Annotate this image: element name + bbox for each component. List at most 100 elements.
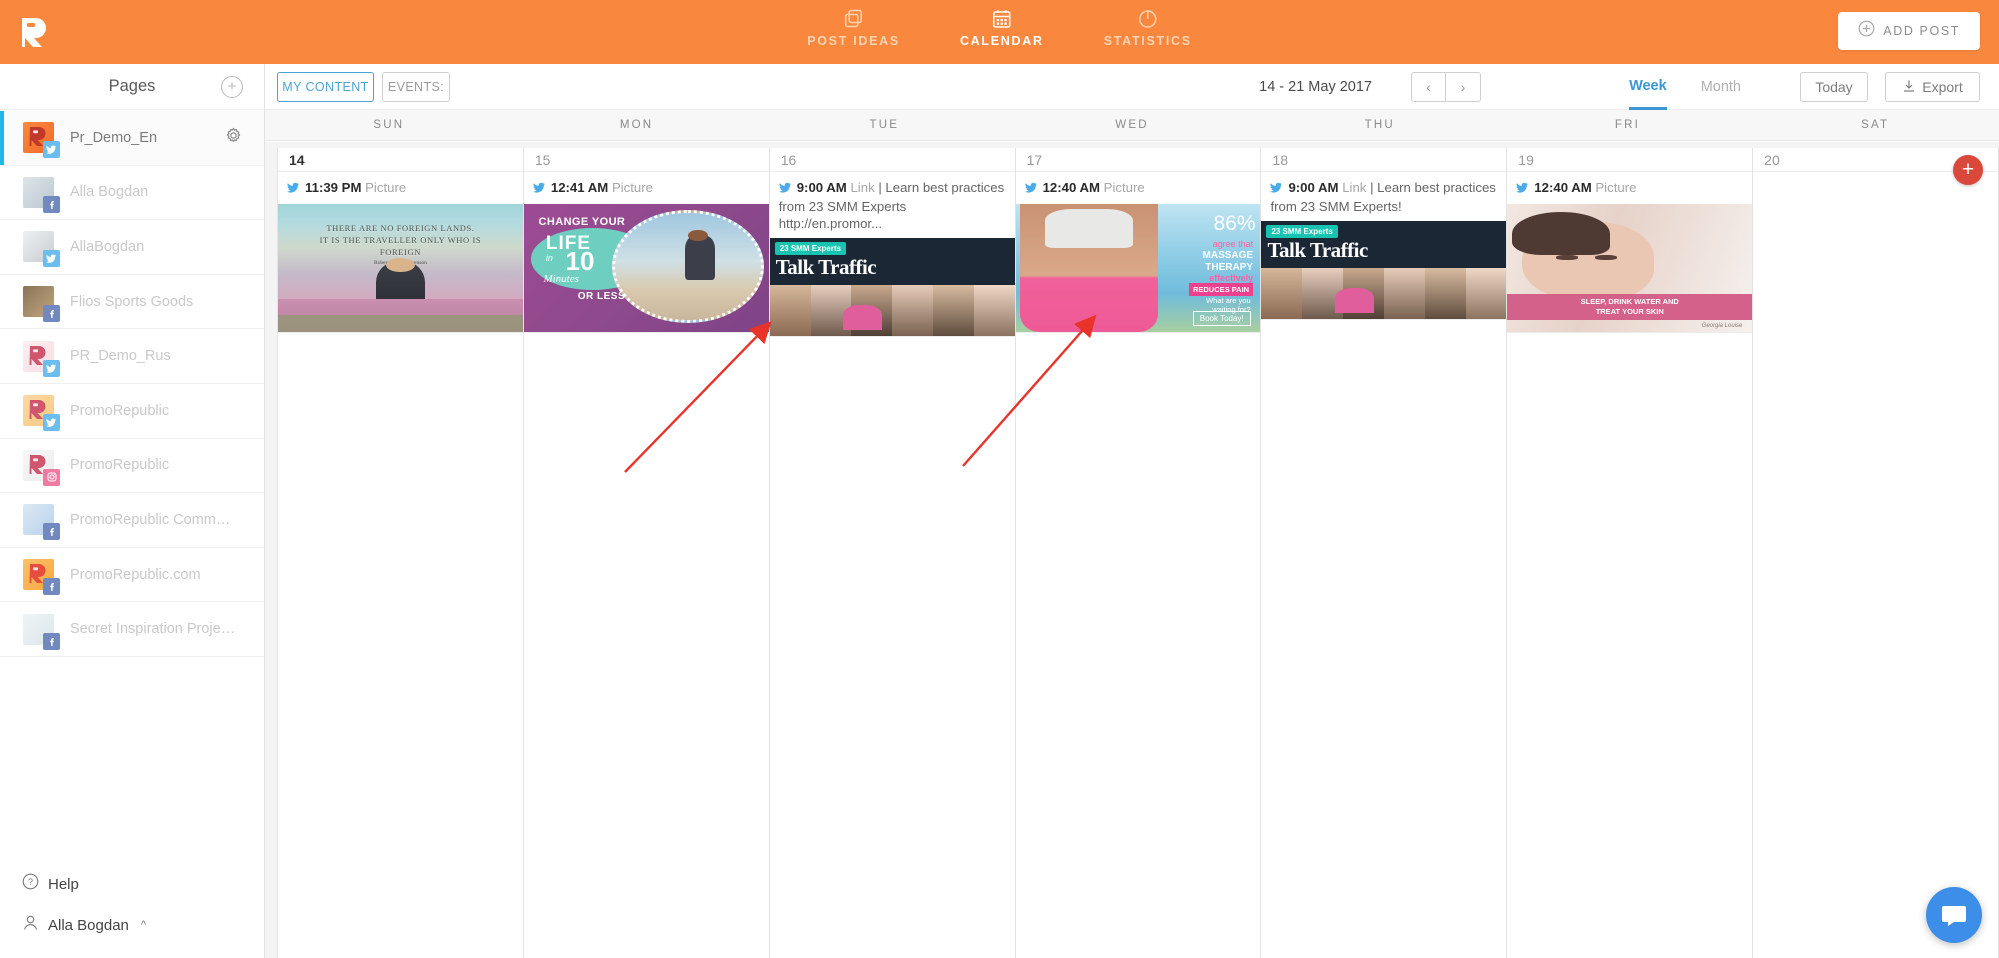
avatar (23, 449, 60, 486)
day-header-sat: SAT (1861, 119, 1890, 131)
calendar-day-column[interactable]: 14 11:39 PM Picture THERE ARE NO FOREIGN L… (277, 148, 524, 958)
nav-statistics-label: STATISTICS (1103, 34, 1192, 48)
avatar (23, 613, 60, 650)
avatar (23, 122, 60, 159)
date-range-label: 14 - 21 May 2017 (1259, 79, 1372, 95)
twitter-badge-icon (43, 250, 60, 268)
post-thumbnail[interactable]: CHANGE YOUR LIFE in 10 Minutes OR LESS (523, 204, 769, 332)
view-tabs: Week Month (1629, 64, 1741, 110)
sidebar-item-label: PromoRepublic Commun... (70, 511, 238, 528)
day-header-mon: MON (619, 119, 654, 131)
calendar-day-column[interactable]: 15 12:41 AM Picture CHANGE YOUR LIFE in 10 Min… (523, 148, 770, 958)
sidebar-item-pr-demo-en[interactable]: Pr_Demo_En (0, 111, 264, 166)
calendar-post[interactable]: 9:00 AM Link | Learn best practices from… (769, 172, 1015, 337)
nav-calendar[interactable]: CALENDAR (956, 6, 1048, 50)
post-type: Picture (611, 180, 653, 195)
sidebar-item-promorepublic-com[interactable]: PromoRepublic.com (0, 548, 264, 603)
gear-icon[interactable] (225, 127, 242, 149)
avatar (23, 395, 60, 432)
calendar-day-column[interactable]: 18 9:00 AM Link | Learn best practices fr… (1261, 148, 1508, 958)
tab-events[interactable]: EVENTS: (382, 72, 450, 102)
post-meta: 12:40 AM Picture (1016, 172, 1261, 204)
nav-statistics[interactable]: STATISTICS (1100, 6, 1196, 50)
export-button[interactable]: Export (1885, 72, 1980, 102)
post-thumbnail[interactable]: THERE ARE NO FOREIGN LANDS. IT IS THE TRA… (278, 204, 523, 332)
post-time: 9:00 AM (1288, 180, 1339, 195)
post-thumbnail[interactable]: 23 SMM Experts Talk Traffic (769, 238, 1015, 336)
add-post-button[interactable]: ADD POST (1838, 12, 1980, 50)
sidebar-header: Pages + (0, 64, 264, 110)
post-thumbnail[interactable]: 23 SMM Experts Talk Traffic (1261, 221, 1507, 319)
tab-my-content[interactable]: MY CONTENT (277, 72, 374, 102)
promorepublic-logo[interactable] (0, 15, 70, 49)
calendar-toolbar: MY CONTENT EVENTS: 14 - 21 May 2017 ‹ › … (265, 64, 1999, 110)
twitter-badge-icon (43, 141, 60, 159)
help-link[interactable]: ? Help (22, 873, 264, 895)
nav-post-ideas[interactable]: POST IDEAS (803, 6, 904, 50)
sidebar-item-label: PR_Demo_Rus (70, 348, 171, 365)
sidebar-item-pr-demo-rus[interactable]: PR_Demo_Rus (0, 329, 264, 384)
today-button[interactable]: Today (1800, 72, 1868, 102)
sidebar-item-flios-sports-goods[interactable]: Flios Sports Goods (0, 275, 264, 330)
avatar (23, 286, 60, 323)
facebook-badge-icon (43, 305, 60, 323)
sidebar-item-alla-bogdan[interactable]: Alla Bogdan (0, 166, 264, 221)
twitter-icon (287, 181, 300, 198)
calendar-post[interactable]: 12:41 AM Picture CHANGE YOUR LIFE in 10 Minut… (523, 172, 769, 333)
avatar (23, 559, 60, 596)
day-number: 14 (278, 148, 523, 172)
twitter-icon (1024, 181, 1038, 198)
post-type: Link (850, 180, 875, 195)
calendar-day-column[interactable]: 19 12:40 AM Picture SLEEP, DRINK WATER AND… (1507, 148, 1754, 958)
day-header-sun: SUN (373, 119, 405, 131)
post-meta: 12:40 AM Picture (1507, 172, 1752, 204)
sidebar-footer: ? Help Alla Bogdan ^ (0, 845, 264, 958)
day-number: 17 (1015, 148, 1261, 172)
sidebar-title: Pages (108, 77, 156, 95)
top-bar: POST IDEAS CALENDAR STATISTICS ADD POST (0, 0, 1999, 64)
avatar (23, 340, 60, 377)
post-time: 12:40 AM (1042, 180, 1100, 195)
main-area: MY CONTENT EVENTS: 14 - 21 May 2017 ‹ › … (265, 64, 1999, 958)
prev-week-button[interactable]: ‹ (1411, 72, 1446, 102)
sidebar-item-secret-inspiration-project[interactable]: Secret Inspiration Project... (0, 602, 264, 657)
week-grid: 14 11:39 PM Picture THERE ARE NO FOREIGN L… (265, 142, 1999, 958)
calendar-post[interactable]: 9:00 AM Link | Learn best practices from… (1261, 172, 1507, 320)
tab-month[interactable]: Month (1701, 64, 1741, 110)
calendar-day-column[interactable]: 16 9:00 AM Link | Learn best practices fr… (769, 148, 1016, 958)
calendar-post[interactable]: 12:40 AM Picture SLEEP, DRINK WATER AND TR… (1507, 172, 1753, 333)
day-headers: SUN MON TUE WED THU FRI SAT (265, 110, 1999, 141)
facebook-badge-icon (43, 195, 60, 213)
sidebar-item-promorepublic[interactable]: PromoRepublic (0, 439, 264, 494)
sidebar: Pages + Pr_Demo_En Alla Bogdan AllaBogdan F… (0, 64, 265, 958)
calendar-day-column[interactable]: 17 12:40 AM Picture 86% agree that MASSAGE TH… (1015, 148, 1262, 958)
add-post-label: ADD POST (1883, 24, 1960, 38)
twitter-icon (1270, 181, 1283, 198)
question-icon: ? (22, 873, 39, 895)
next-week-button[interactable]: › (1446, 72, 1481, 102)
day-header-tue: TUE (869, 119, 900, 131)
nav-calendar-label: CALENDAR (959, 34, 1044, 48)
intercom-chat-button[interactable] (1926, 887, 1982, 943)
calendar-post[interactable]: 12:40 AM Picture 86% agree that MASSAGE THER… (1015, 172, 1261, 333)
post-thumbnail[interactable]: 86% agree that MASSAGE THERAPY effectively RE… (1015, 204, 1261, 332)
post-thumbnail[interactable]: SLEEP, DRINK WATER AND TREAT YOUR SKIN Geo… (1507, 204, 1753, 332)
avatar (23, 176, 60, 213)
instagram-badge-icon (43, 468, 60, 486)
svg-text:?: ? (28, 877, 33, 887)
post-meta: 9:00 AM Link | Learn best practices from… (770, 172, 1015, 238)
calendar-post[interactable]: 11:39 PM Picture THERE ARE NO FOREIGN LAN… (278, 172, 523, 333)
add-page-button[interactable]: + (221, 75, 243, 98)
twitter-icon (1516, 181, 1529, 198)
quick-add-button[interactable]: + (1953, 155, 1983, 185)
sidebar-item-promorepublic[interactable]: PromoRepublic (0, 384, 264, 439)
sidebar-item-promorepublic-commun[interactable]: PromoRepublic Commun... (0, 493, 264, 548)
sidebar-item-allabogdan[interactable]: AllaBogdan (0, 220, 264, 275)
user-menu[interactable]: Alla Bogdan ^ (22, 914, 264, 936)
post-type: Link (1342, 180, 1367, 195)
tab-week[interactable]: Week (1629, 64, 1667, 110)
calendar-day-column[interactable]: 20 (1753, 148, 1999, 958)
sidebar-item-label: Flios Sports Goods (70, 293, 194, 310)
facebook-badge-icon (43, 578, 60, 596)
twitter-icon (778, 181, 792, 198)
